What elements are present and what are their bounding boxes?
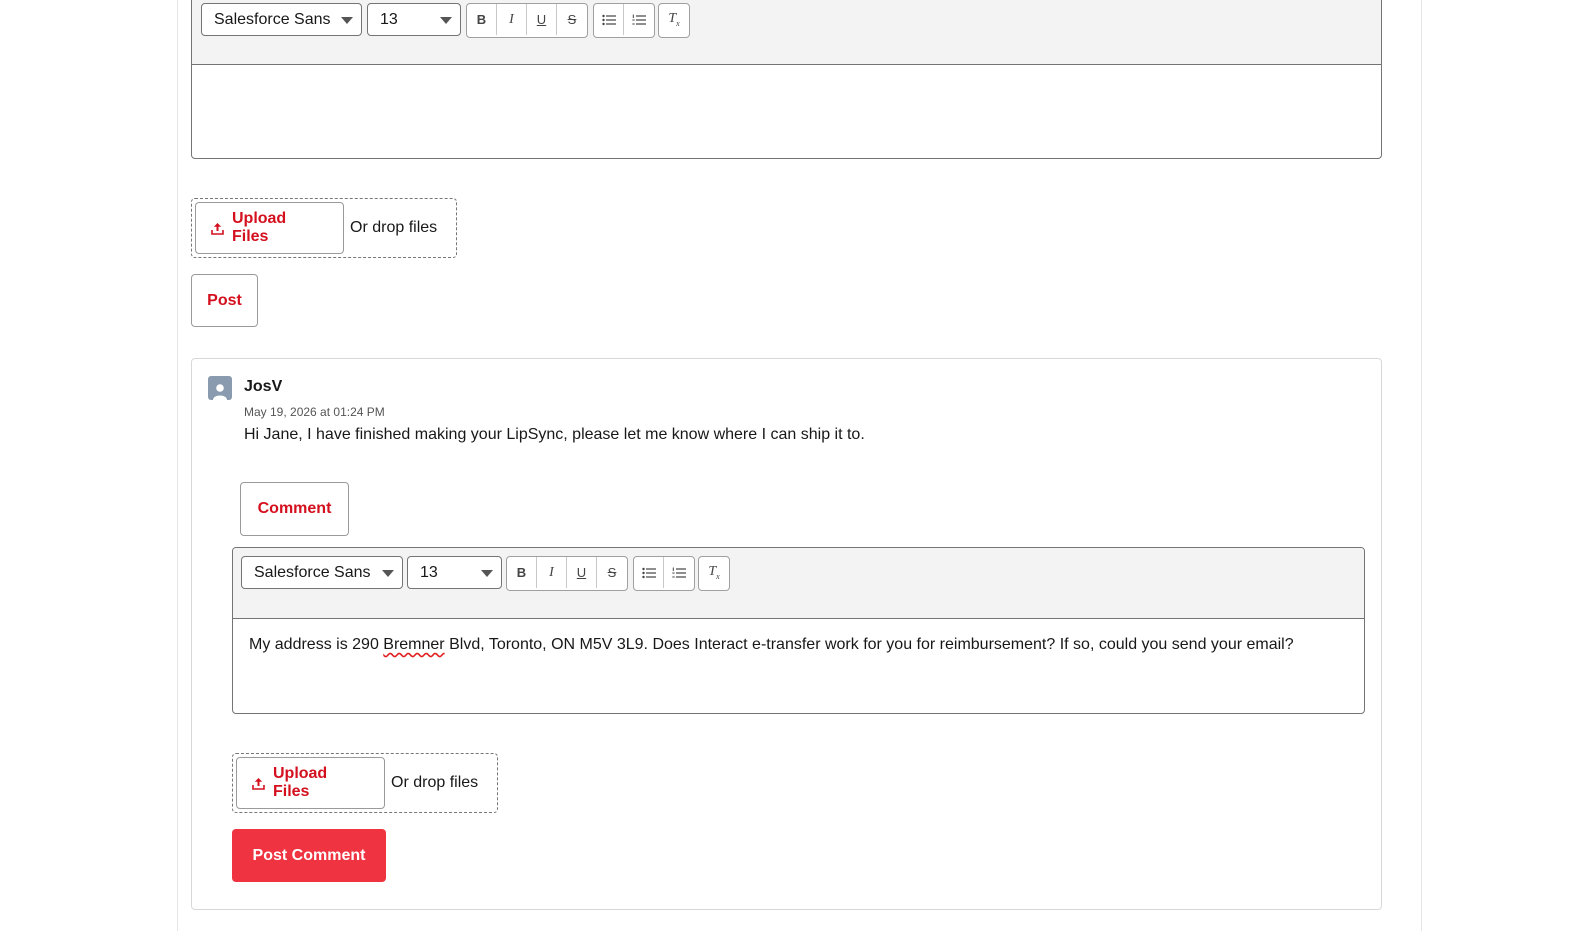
editor-text-end: Blvd, Toronto, ON M5V 3L9. Does Interact…: [444, 636, 1294, 653]
chevron-down-icon: [341, 17, 353, 24]
clear-formatting-icon[interactable]: Tx: [659, 4, 689, 35]
upload-files-button[interactable]: Upload Files: [195, 202, 344, 254]
bold-icon[interactable]: B: [507, 557, 537, 588]
font-size-select[interactable]: 13: [367, 3, 461, 36]
text-style-group: B I U S: [466, 3, 588, 38]
upload-files-button[interactable]: Upload Files: [236, 757, 385, 809]
editor-text-area[interactable]: [192, 64, 1381, 158]
font-size-value: 13: [380, 11, 398, 28]
upload-icon: [211, 222, 224, 235]
font-family-value: Salesforce Sans: [254, 564, 371, 581]
text-style-group: B I U S: [506, 556, 628, 591]
drop-files-label: Or drop files: [350, 219, 438, 236]
post-button[interactable]: Post: [191, 274, 258, 327]
editor-text-area[interactable]: My address is 290 Bremner Blvd, Toronto,…: [233, 618, 1364, 713]
comment-author[interactable]: JosV: [244, 378, 282, 396]
editor-text-start: My address is 290: [249, 636, 384, 653]
font-family-select[interactable]: Salesforce Sans: [201, 3, 362, 36]
post-editor[interactable]: Salesforce Sans 13 B I U S Tx: [191, 0, 1382, 159]
italic-icon[interactable]: I: [497, 4, 527, 35]
strikethrough-icon[interactable]: S: [557, 4, 587, 35]
font-size-select[interactable]: 13: [407, 556, 502, 589]
list-group: [633, 556, 695, 591]
underline-icon[interactable]: U: [527, 4, 557, 35]
editor-toolbar: Salesforce Sans 13 B I U S Tx: [233, 548, 1364, 619]
italic-icon[interactable]: I: [537, 557, 567, 588]
misspelled-word: Bremner: [383, 636, 445, 653]
chevron-down-icon: [440, 17, 452, 24]
font-family-select[interactable]: Salesforce Sans: [241, 556, 403, 589]
chevron-down-icon: [382, 570, 394, 577]
bold-icon[interactable]: B: [467, 4, 497, 35]
underline-icon[interactable]: U: [567, 557, 597, 588]
font-size-value: 13: [420, 564, 438, 581]
post-comment-button[interactable]: Post Comment: [232, 829, 386, 882]
file-dropzone[interactable]: Upload Files Or drop files: [232, 753, 498, 813]
page-container: Salesforce Sans 13 B I U S Tx Upload Fil…: [177, 0, 1422, 931]
avatar: [208, 376, 232, 400]
bulleted-list-icon[interactable]: [634, 557, 664, 588]
comment-editor[interactable]: Salesforce Sans 13 B I U S Tx My address…: [232, 547, 1365, 714]
upload-files-label: Upload Files: [272, 765, 328, 800]
strikethrough-icon[interactable]: S: [597, 557, 627, 588]
comment-timestamp: May 19, 2026 at 01:24 PM: [244, 405, 385, 419]
clear-group: Tx: [698, 556, 730, 591]
clear-group: Tx: [658, 3, 690, 38]
bulleted-list-icon[interactable]: [594, 4, 624, 35]
numbered-list-icon[interactable]: [624, 4, 654, 35]
editor-toolbar: Salesforce Sans 13 B I U S Tx: [192, 0, 1381, 65]
comment-button[interactable]: Comment: [240, 482, 349, 536]
font-family-value: Salesforce Sans: [214, 11, 331, 28]
chevron-down-icon: [481, 570, 493, 577]
comment-body: Hi Jane, I have finished making your Lip…: [244, 426, 865, 443]
upload-icon: [252, 777, 265, 790]
list-group: [593, 3, 655, 38]
file-dropzone[interactable]: Upload Files Or drop files: [191, 198, 457, 258]
drop-files-label: Or drop files: [391, 774, 479, 791]
numbered-list-icon[interactable]: [664, 557, 694, 588]
user-icon: [213, 384, 227, 400]
clear-formatting-icon[interactable]: Tx: [699, 557, 729, 588]
comment-card: JosV May 19, 2026 at 01:24 PM Hi Jane, I…: [191, 358, 1382, 910]
upload-files-label: Upload Files: [231, 210, 287, 245]
